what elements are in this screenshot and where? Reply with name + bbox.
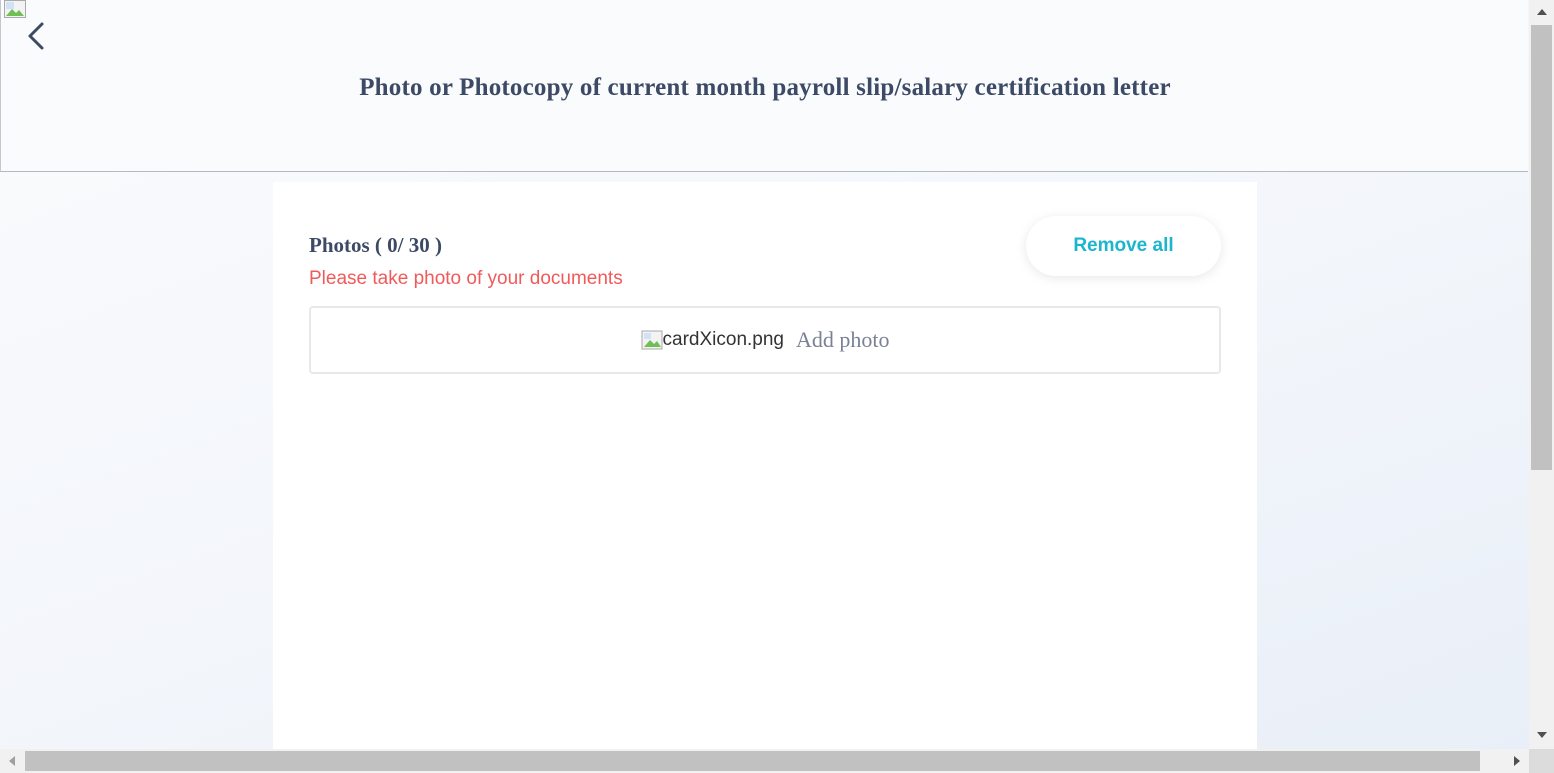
card-icon-alt-text: cardXicon.png <box>662 329 784 350</box>
scroll-left-arrow-icon[interactable] <box>0 749 24 773</box>
photos-card: Photos ( 0/ 30 ) Please take photo of yo… <box>273 182 1257 749</box>
add-photo-button[interactable]: cardXicon.png Add photo <box>309 306 1221 374</box>
vertical-scrollbar[interactable] <box>1529 0 1554 749</box>
scroll-down-arrow-icon[interactable] <box>1529 725 1554 745</box>
page-viewport: Photo or Photocopy of current month payr… <box>0 0 1529 749</box>
horizontal-scrollbar[interactable] <box>0 749 1529 773</box>
broken-image-icon <box>641 330 663 350</box>
vertical-scroll-thumb[interactable] <box>1531 25 1552 470</box>
photos-count-heading: Photos ( 0/ 30 ) <box>309 233 442 257</box>
broken-image-icon <box>4 0 26 18</box>
scroll-up-arrow-icon[interactable] <box>1529 2 1554 22</box>
back-button[interactable] <box>23 20 51 54</box>
photo-hint-text: Please take photo of your documents <box>309 268 623 289</box>
scroll-right-arrow-icon[interactable] <box>1505 749 1529 773</box>
remove-all-button[interactable]: Remove all <box>1026 216 1221 276</box>
scrollbar-corner <box>1529 749 1554 773</box>
card-icon: cardXicon.png <box>641 329 784 351</box>
add-photo-label: Add photo <box>795 327 890 352</box>
horizontal-scroll-thumb[interactable] <box>25 751 1480 771</box>
page-header: Photo or Photocopy of current month payr… <box>0 0 1528 172</box>
chevron-left-icon <box>28 22 44 50</box>
page-title: Photo or Photocopy of current month payr… <box>359 74 1171 101</box>
